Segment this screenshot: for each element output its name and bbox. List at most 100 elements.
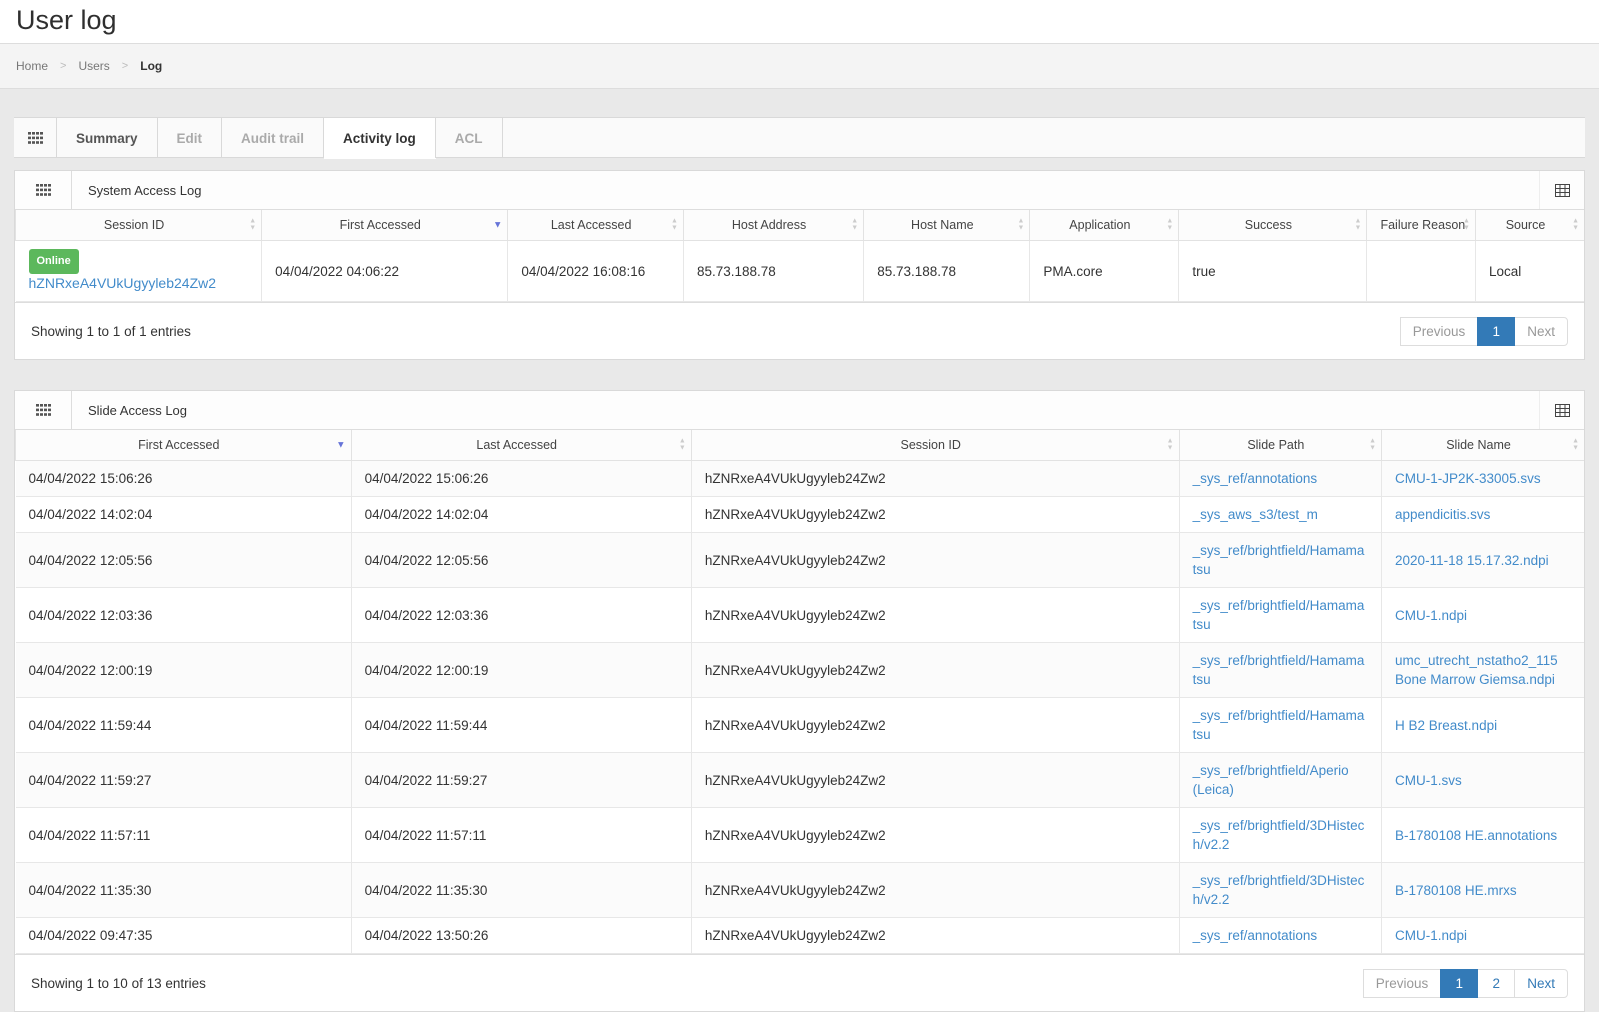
- session-id-cell: hZNRxeA4VUkUgyyleb24Zw2: [691, 808, 1179, 863]
- tab-label: Summary: [76, 131, 138, 146]
- slide-path-link[interactable]: _sys_ref/brightfield/Hamamatsu: [1193, 543, 1365, 577]
- tab[interactable]: Edit: [158, 118, 223, 158]
- slide-name-link[interactable]: CMU-1-JP2K-33005.svs: [1395, 471, 1541, 486]
- pagination-item: 2: [1478, 969, 1515, 998]
- column-header[interactable]: Failure Reason: [1367, 210, 1476, 241]
- panel-footer: Showing 1 to 10 of 13 entries Previous 1…: [15, 954, 1584, 1011]
- last-accessed-cell: 04/04/2022 15:06:26: [351, 461, 691, 497]
- slide-path-link[interactable]: _sys_ref/brightfield/Hamamatsu: [1193, 708, 1365, 742]
- slide-name-link[interactable]: B-1780108 HE.mrxs: [1395, 883, 1517, 898]
- slide-name-link[interactable]: 2020-11-18 15.17.32.ndpi: [1395, 553, 1549, 568]
- table-icon: [1555, 184, 1570, 197]
- slide-path-link[interactable]: _sys_ref/brightfield/3DHistech/v2.2: [1193, 818, 1365, 852]
- slide-path-link[interactable]: _sys_aws_s3/test_m: [1193, 507, 1318, 522]
- breadcrumb-link[interactable]: Home: [16, 59, 48, 73]
- sort-icon: [249, 219, 256, 232]
- column-header[interactable]: Session ID: [691, 430, 1179, 461]
- tab[interactable]: ACL: [436, 118, 503, 158]
- slide-path-cell: _sys_ref/brightfield/Hamamatsu: [1179, 643, 1381, 698]
- column-header[interactable]: First Accessed: [16, 430, 352, 461]
- pagination-item: 1: [1478, 317, 1515, 346]
- breadcrumb-link[interactable]: Log: [140, 59, 162, 73]
- slide-name-link[interactable]: CMU-1.ndpi: [1395, 928, 1467, 943]
- chevron-right-icon: >: [122, 60, 128, 72]
- breadcrumb-item: Users >: [78, 59, 140, 73]
- table-row: 04/04/2022 09:47:35 04/04/2022 13:50:26 …: [16, 918, 1585, 954]
- panel-title: Slide Access Log: [72, 391, 187, 429]
- last-accessed-cell: 04/04/2022 11:59:44: [351, 698, 691, 753]
- slide-path-cell: _sys_ref/brightfield/3DHistech/v2.2: [1179, 808, 1381, 863]
- slide-name-link[interactable]: B-1780108 HE.annotations: [1395, 828, 1557, 843]
- session-id-cell: hZNRxeA4VUkUgyyleb24Zw2: [691, 461, 1179, 497]
- session-id-cell: hZNRxeA4VUkUgyyleb24Zw2: [691, 497, 1179, 533]
- slide-path-link[interactable]: _sys_ref/brightfield/Aperio (Leica): [1193, 763, 1349, 797]
- column-header[interactable]: Last Accessed: [351, 430, 691, 461]
- slide-name-link[interactable]: appendicitis.svs: [1395, 507, 1490, 522]
- column-header[interactable]: Host Name: [864, 210, 1030, 241]
- sort-icon: [1572, 219, 1579, 232]
- pagination-button[interactable]: 1: [1477, 317, 1515, 346]
- column-header-label: Slide Name: [1446, 438, 1511, 452]
- column-header[interactable]: Slide Name: [1382, 430, 1584, 461]
- column-header[interactable]: Application: [1030, 210, 1179, 241]
- pagination-button[interactable]: Next: [1514, 969, 1568, 998]
- first-accessed-cell: 04/04/2022 15:06:26: [16, 461, 352, 497]
- slide-name-link[interactable]: CMU-1.ndpi: [1395, 608, 1467, 623]
- session-id-cell: hZNRxeA4VUkUgyyleb24Zw2: [691, 533, 1179, 588]
- column-header-label: Session ID: [900, 438, 960, 452]
- pagination-item: Previous: [1401, 317, 1479, 346]
- pagination-button[interactable]: Next: [1514, 317, 1568, 346]
- page-header: User log: [0, 0, 1599, 43]
- pagination-button[interactable]: 1: [1440, 969, 1478, 998]
- table-view-button[interactable]: [1539, 391, 1584, 429]
- column-header[interactable]: Session ID: [16, 210, 262, 241]
- tab[interactable]: Activity log: [324, 118, 436, 158]
- slide-path-link[interactable]: _sys_ref/brightfield/Hamamatsu: [1193, 653, 1365, 687]
- tab-menu-button[interactable]: [14, 118, 57, 158]
- slide-path-cell: _sys_ref/brightfield/Aperio (Leica): [1179, 753, 1381, 808]
- first-accessed-cell: 04/04/2022 04:06:22: [262, 241, 508, 302]
- showing-entries-text: Showing 1 to 1 of 1 entries: [31, 324, 191, 339]
- slide-name-cell: CMU-1-JP2K-33005.svs: [1382, 461, 1584, 497]
- column-header-label: Host Address: [732, 218, 806, 232]
- first-accessed-cell: 04/04/2022 12:03:36: [16, 588, 352, 643]
- last-accessed-cell: 04/04/2022 11:57:11: [351, 808, 691, 863]
- column-header[interactable]: Last Accessed: [508, 210, 684, 241]
- tab[interactable]: Summary: [57, 118, 158, 158]
- slide-name-link[interactable]: CMU-1.svs: [1395, 773, 1462, 788]
- slide-path-link[interactable]: _sys_ref/brightfield/Hamamatsu: [1193, 598, 1365, 632]
- panel-header: Slide Access Log: [15, 391, 1584, 430]
- tab[interactable]: Audit trail: [222, 118, 324, 158]
- status-badge: Online: [29, 249, 79, 274]
- table-row: 04/04/2022 11:59:44 04/04/2022 11:59:44 …: [16, 698, 1585, 753]
- slide-name-cell: 2020-11-18 15.17.32.ndpi: [1382, 533, 1584, 588]
- slide-path-link[interactable]: _sys_ref/brightfield/3DHistech/v2.2: [1193, 873, 1365, 907]
- last-accessed-cell: 04/04/2022 13:50:26: [351, 918, 691, 954]
- slide-name-cell: umc_utrecht_nstatho2_115 Bone Marrow Gie…: [1382, 643, 1584, 698]
- table-row: 04/04/2022 11:35:30 04/04/2022 11:35:30 …: [16, 863, 1585, 918]
- breadcrumb-link[interactable]: Users: [78, 59, 109, 73]
- column-header[interactable]: Slide Path: [1179, 430, 1381, 461]
- slide-path-link[interactable]: _sys_ref/annotations: [1193, 471, 1318, 486]
- panel-title: System Access Log: [72, 171, 201, 209]
- column-header[interactable]: Host Address: [683, 210, 863, 241]
- pagination-button[interactable]: Previous: [1363, 969, 1442, 998]
- slide-path-cell: _sys_ref/annotations: [1179, 461, 1381, 497]
- column-header[interactable]: Source: [1475, 210, 1584, 241]
- column-header[interactable]: Success: [1179, 210, 1367, 241]
- slide-name-link[interactable]: umc_utrecht_nstatho2_115 Bone Marrow Gie…: [1395, 653, 1558, 687]
- column-header-label: Application: [1069, 218, 1130, 232]
- slide-path-link[interactable]: _sys_ref/annotations: [1193, 928, 1318, 943]
- session-id-cell: hZNRxeA4VUkUgyyleb24Zw2: [691, 643, 1179, 698]
- pagination-item: Next: [1515, 317, 1568, 346]
- last-accessed-cell: 04/04/2022 12:03:36: [351, 588, 691, 643]
- table-view-button[interactable]: [1539, 171, 1584, 209]
- first-accessed-cell: 04/04/2022 11:35:30: [16, 863, 352, 918]
- table-row: 04/04/2022 12:00:19 04/04/2022 12:00:19 …: [16, 643, 1585, 698]
- application-cell: PMA.core: [1030, 241, 1179, 302]
- column-header[interactable]: First Accessed: [262, 210, 508, 241]
- pagination-button[interactable]: 2: [1477, 969, 1515, 998]
- session-id-link[interactable]: hZNRxeA4VUkUgyyleb24Zw2: [29, 275, 217, 291]
- pagination-button[interactable]: Previous: [1400, 317, 1479, 346]
- slide-name-link[interactable]: H B2 Breast.ndpi: [1395, 718, 1497, 733]
